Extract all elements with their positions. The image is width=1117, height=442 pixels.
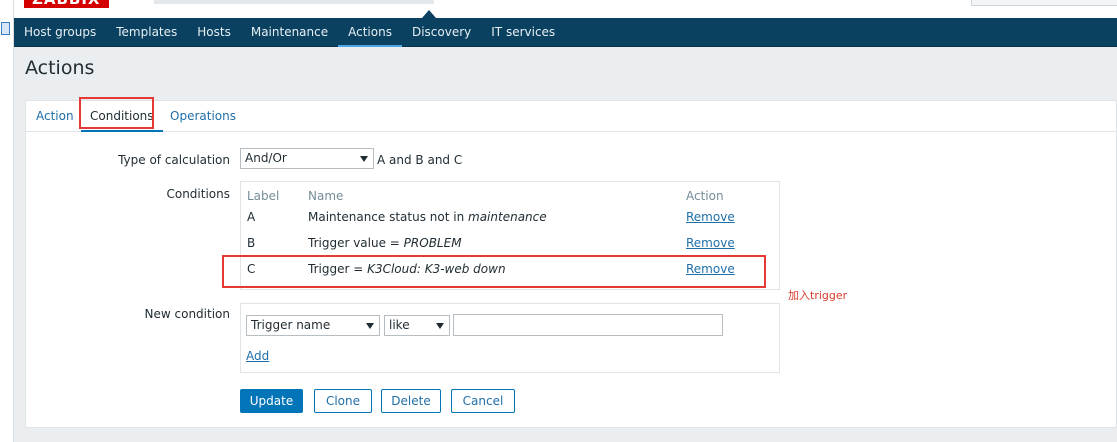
nav-templates[interactable]: Templates xyxy=(106,18,187,47)
condition-b-label: B xyxy=(247,236,256,250)
col-header-label: Label xyxy=(247,189,280,203)
conditions-table: Label Name Action A Maintenance status n… xyxy=(240,181,780,290)
nav-it-services[interactable]: IT services xyxy=(481,18,565,47)
nav-hosts[interactable]: Hosts xyxy=(187,18,241,47)
dropdown-arrow-icon xyxy=(436,323,444,329)
condition-value-input[interactable] xyxy=(453,314,723,336)
annotation-note: 加入trigger xyxy=(788,289,848,302)
sub-navigation: Host groups Templates Hosts Maintenance Acti… xyxy=(14,18,1117,47)
calc-type-label: Type of calculation xyxy=(118,153,230,167)
update-button[interactable]: Update xyxy=(240,389,303,413)
top-header: ZABBIX xyxy=(14,0,1117,18)
nav-host-groups[interactable]: Host groups xyxy=(14,18,106,47)
dropdown-arrow-icon xyxy=(360,156,368,162)
nav-discovery[interactable]: Discovery xyxy=(402,18,481,47)
cancel-button[interactable]: Cancel xyxy=(451,389,515,413)
active-menu-caret-icon xyxy=(422,10,436,18)
conditions-label: Conditions xyxy=(166,187,230,201)
tab-conditions[interactable]: Conditions xyxy=(81,101,163,132)
add-condition-link[interactable]: Add xyxy=(246,349,269,363)
condition-type-value: Trigger name xyxy=(251,318,331,332)
zabbix-logo[interactable]: ZABBIX xyxy=(24,0,109,8)
condition-b-name: Trigger value = PROBLEM xyxy=(308,236,462,250)
new-condition-box: Trigger name like Add xyxy=(240,303,780,373)
window-icon xyxy=(1,22,10,35)
left-frame-strip xyxy=(0,0,14,442)
nav-maintenance[interactable]: Maintenance xyxy=(241,18,338,47)
calc-type-select[interactable]: And/Or xyxy=(240,148,374,169)
tab-operations[interactable]: Operations xyxy=(161,101,245,132)
condition-a-remove-link[interactable]: Remove xyxy=(686,210,735,224)
condition-a-label: A xyxy=(247,210,256,224)
dropdown-arrow-icon xyxy=(366,323,374,329)
clone-button[interactable]: Clone xyxy=(314,389,372,413)
action-form-panel: Action Conditions Operations Type of cal… xyxy=(25,97,1117,428)
condition-type-select[interactable]: Trigger name xyxy=(246,315,380,336)
col-header-name: Name xyxy=(308,189,344,203)
nav-actions[interactable]: Actions xyxy=(338,18,402,47)
search-field[interactable] xyxy=(971,0,1117,6)
col-header-action: Action xyxy=(686,189,724,203)
form-tabs: Action Conditions Operations xyxy=(26,101,1116,132)
condition-c-remove-link[interactable]: Remove xyxy=(686,262,735,276)
top-menu-ghost xyxy=(154,0,434,4)
calc-type-value: And/Or xyxy=(245,151,287,165)
delete-button[interactable]: Delete xyxy=(381,389,441,413)
new-condition-label: New condition xyxy=(144,307,230,321)
condition-c-name: Trigger = K3Cloud: K3-web down xyxy=(308,262,506,276)
condition-c-label: C xyxy=(247,262,256,276)
condition-operator-select[interactable]: like xyxy=(384,315,450,336)
calc-formula: A and B and C xyxy=(377,153,463,167)
tab-action[interactable]: Action xyxy=(27,101,83,132)
condition-operator-value: like xyxy=(389,318,410,332)
page-title: Actions xyxy=(25,57,95,79)
condition-b-remove-link[interactable]: Remove xyxy=(686,236,735,250)
condition-a-name: Maintenance status not in maintenance xyxy=(308,210,547,224)
